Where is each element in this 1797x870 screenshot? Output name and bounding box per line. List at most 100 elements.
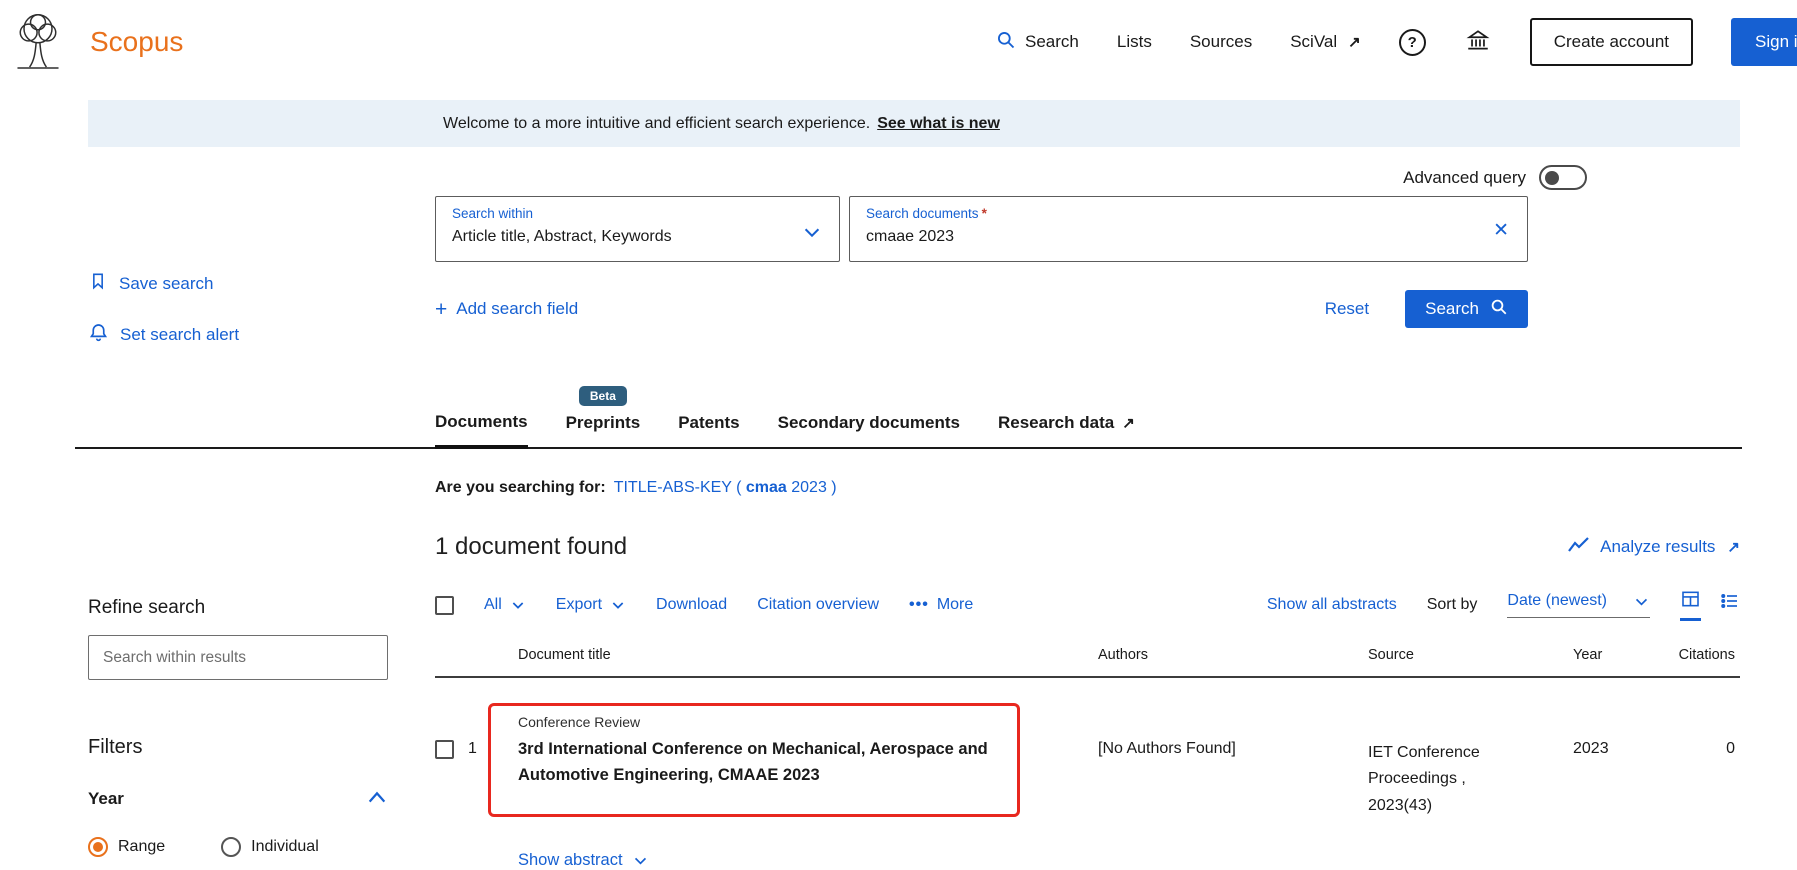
chevron-down-icon (632, 852, 649, 869)
advanced-query-toggle[interactable] (1539, 165, 1587, 190)
year-cell: 2023 (1573, 714, 1663, 819)
sort-by-label: Sort by (1427, 596, 1478, 614)
chevron-down-icon (1633, 593, 1650, 610)
more-menu[interactable]: ••• More (909, 596, 973, 614)
document-title-link[interactable]: 3rd International Conference on Mechanic… (518, 736, 1003, 789)
tab-preprints[interactable]: Beta Preprints (566, 412, 641, 447)
toggle-knob (1545, 171, 1559, 185)
document-type: Conference Review (518, 714, 1098, 730)
search-within-value: Article title, Abstract, Keywords (452, 228, 823, 246)
search-suggestion: Are you searching for: TITLE-ABS-KEY ( cm… (435, 479, 1797, 497)
view-toggle (1680, 589, 1740, 621)
all-dropdown[interactable]: All (484, 596, 526, 614)
search-within-label: Search within (452, 206, 823, 221)
tab-secondary-documents[interactable]: Secondary documents (778, 412, 960, 447)
suggestion-prefix: Are you searching for: (435, 479, 606, 496)
welcome-banner: Welcome to a more intuitive and efficien… (88, 100, 1740, 147)
top-header: Scopus Search Lists Sources SciVal ↗ ? (0, 0, 1797, 84)
scopus-logo[interactable]: Scopus (10, 9, 183, 76)
bell-icon (88, 321, 109, 348)
search-icon (996, 30, 1016, 55)
set-search-alert-link[interactable]: Set search alert (88, 321, 435, 348)
clear-search-icon[interactable]: ✕ (1493, 219, 1509, 242)
nav-sources[interactable]: Sources (1190, 32, 1252, 52)
show-all-abstracts-link[interactable]: Show all abstracts (1267, 596, 1397, 614)
elsevier-tree-icon (10, 9, 66, 76)
nav-search[interactable]: Search (996, 30, 1079, 55)
year-filter-header[interactable]: Year (88, 789, 388, 809)
plus-icon: + (435, 299, 447, 320)
show-abstract-link[interactable]: Show abstract (518, 851, 1740, 870)
download-button[interactable]: Download (656, 596, 727, 614)
search-side-actions: Save search Set search alert (88, 196, 435, 372)
row-checkbox[interactable] (435, 740, 454, 759)
column-source: Source (1368, 647, 1573, 663)
select-all-checkbox[interactable] (435, 596, 454, 615)
filters-title: Filters (88, 736, 435, 759)
column-document-title: Document title (518, 647, 1098, 663)
radio-unselected-icon (221, 837, 241, 857)
bookmark-icon (88, 270, 108, 297)
results-toolbar: All Export Download Citation overview ••… (435, 589, 1740, 621)
search-actions-row: + Add search field Reset Search (435, 290, 1528, 328)
header-nav: Search Lists Sources SciVal ↗ ? Create a… (996, 18, 1797, 66)
search-documents-label: Search documents* (866, 206, 1511, 221)
tab-documents[interactable]: Documents (435, 412, 528, 449)
results-count-row: 1 document found Analyze results ↗ (435, 533, 1740, 561)
search-documents-field: Search documents* ✕ (849, 196, 1528, 262)
see-what-is-new-link[interactable]: See what is new (877, 115, 1000, 133)
required-asterisk: * (982, 206, 987, 221)
result-type-tabs: Documents Beta Preprints Patents Seconda… (75, 412, 1742, 449)
row-index: 1 (468, 740, 477, 758)
sort-select[interactable]: Date (newest) (1507, 592, 1650, 618)
results-table-header: Document title Authors Source Year Citat… (435, 647, 1740, 678)
grid-view-icon[interactable] (1680, 589, 1701, 621)
range-radio[interactable]: Range (88, 837, 165, 857)
beta-badge: Beta (579, 386, 627, 406)
list-view-icon[interactable] (1719, 591, 1740, 620)
search-icon (1490, 298, 1508, 321)
institution-icon[interactable] (1464, 27, 1492, 58)
tab-research-data[interactable]: Research data ↗ (998, 412, 1135, 447)
help-icon[interactable]: ? (1399, 29, 1426, 56)
chevron-down-icon (510, 597, 526, 613)
individual-radio[interactable]: Individual (221, 837, 319, 857)
tab-patents[interactable]: Patents (678, 412, 739, 447)
radio-selected-icon (88, 837, 108, 857)
chevron-up-icon (366, 789, 388, 809)
document-title-cell: Conference Review 3rd International Conf… (518, 714, 1098, 819)
chevron-down-icon (801, 221, 823, 248)
search-within-results-input[interactable] (88, 635, 388, 680)
scopus-wordmark: Scopus (90, 26, 183, 58)
nav-lists[interactable]: Lists (1117, 32, 1152, 52)
ellipsis-icon: ••• (909, 596, 929, 614)
select-column-header (435, 647, 518, 663)
refine-panel: Refine search Filters Year Range Individ… (88, 589, 435, 870)
external-link-icon: ↗ (1348, 33, 1361, 51)
search-within-select[interactable]: Search within Article title, Abstract, K… (435, 196, 840, 262)
external-link-icon: ↗ (1122, 414, 1135, 432)
export-dropdown[interactable]: Export (556, 596, 626, 614)
source-cell[interactable]: IET Conference Proceedings , 2023(43) (1368, 714, 1573, 819)
search-button[interactable]: Search (1405, 290, 1528, 328)
create-account-button[interactable]: Create account (1530, 18, 1693, 66)
nav-scival[interactable]: SciVal ↗ (1290, 32, 1361, 52)
save-search-link[interactable]: Save search (88, 270, 435, 297)
analyze-results-link[interactable]: Analyze results ↗ (1568, 537, 1740, 558)
reset-button[interactable]: Reset (1325, 299, 1369, 319)
authors-cell: [No Authors Found] (1098, 714, 1368, 819)
column-authors: Authors (1098, 647, 1368, 663)
table-row: 1 Conference Review 3rd International Co… (435, 714, 1740, 819)
results-area: Refine search Filters Year Range Individ… (0, 589, 1797, 870)
search-form-main: Search within Article title, Abstract, K… (435, 196, 1740, 372)
external-link-icon: ↗ (1727, 538, 1740, 556)
suggestion-query-link[interactable]: TITLE-ABS-KEY ( cmaa 2023 ) (614, 479, 837, 496)
year-mode-radios: Range Individual (88, 837, 435, 857)
search-documents-input[interactable] (866, 228, 1447, 246)
add-search-field-link[interactable]: + Add search field (435, 299, 578, 320)
sign-in-button[interactable]: Sign in (1731, 18, 1797, 66)
search-form: Save search Set search alert Search with… (0, 190, 1797, 372)
document-count: 1 document found (435, 533, 627, 561)
chevron-down-icon (610, 597, 626, 613)
citation-overview-button[interactable]: Citation overview (757, 596, 879, 614)
